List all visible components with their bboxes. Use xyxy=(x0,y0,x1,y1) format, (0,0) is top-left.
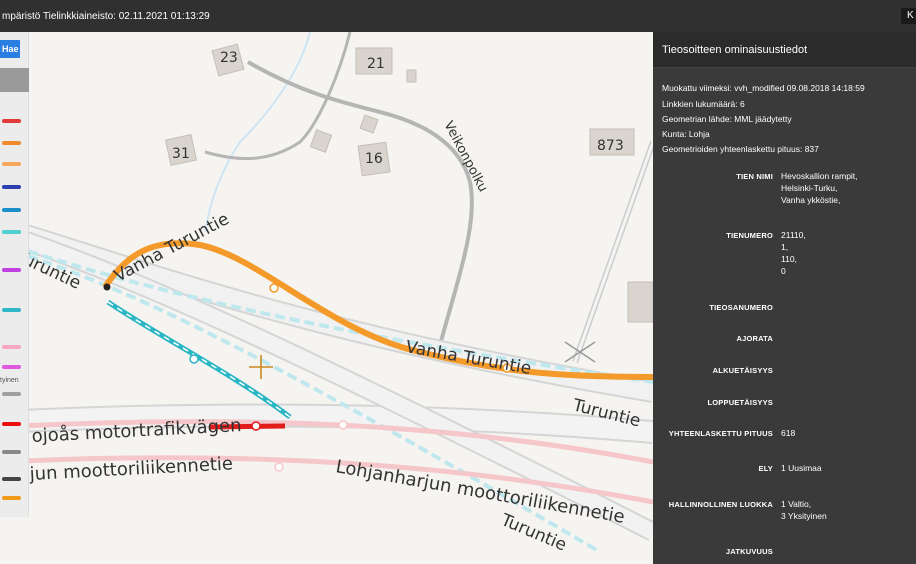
buildings xyxy=(164,43,653,323)
meta-modified: Muokattu viimeksi: vvh_modified 09.08.20… xyxy=(662,83,865,93)
panel-header: Tieosoitteen ominaisuustiedot xyxy=(653,32,916,68)
legend-swatch xyxy=(2,268,21,272)
field-value-road-name: Hevoskallion rampit, Helsinki-Turku, Van… xyxy=(781,171,858,205)
field-label-admin-class: HALLINNOLLINEN LUOKKA xyxy=(668,500,773,509)
top-right-button[interactable]: K xyxy=(901,8,916,24)
field-label-total-length: YHTEENLASKETTU PITUUS xyxy=(668,429,773,438)
building-number: 873 xyxy=(597,138,624,154)
map-view[interactable]: 23 21 31 16 873 Vanha Turuntie Veikonpol… xyxy=(0,32,653,564)
properties-panel: Tieosoitteen ominaisuustiedot Muokattu v… xyxy=(653,32,916,564)
legend-swatch xyxy=(2,162,21,166)
legend-panel: Hae tyinen xyxy=(0,32,29,517)
legend-swatch xyxy=(2,365,21,369)
meta-geometry-source: Geometrian lähde: MML jäädytetty xyxy=(662,114,792,124)
field-label-road-name: TIEN NIMI xyxy=(736,172,773,181)
crosshair-cursor-icon xyxy=(249,355,273,379)
meta-municipality: Kunta: Lohja xyxy=(662,129,710,139)
field-label-carriageway: AJORATA xyxy=(736,334,773,343)
legend-swatch xyxy=(2,477,21,481)
legend-swatch xyxy=(2,308,21,312)
road-label: Vanha Turuntie xyxy=(404,337,533,379)
app-title: mpäristö Tielinkkiaineisto: 02.11.2021 0… xyxy=(2,11,210,22)
road-label: Turuntie xyxy=(497,510,569,556)
legend-swatch xyxy=(2,185,21,189)
building-number: 23 xyxy=(220,50,238,66)
field-label-road-part: TIEOSANUMERO xyxy=(709,303,773,312)
field-value-admin-class: 1 Valtio, 3 Yksityinen xyxy=(781,499,827,521)
building-number: 16 xyxy=(365,151,383,167)
legend-swatch xyxy=(2,230,21,234)
legend-swatch xyxy=(2,208,21,212)
map-canvas[interactable]: 23 21 31 16 873 Vanha Turuntie Veikonpol… xyxy=(0,32,653,564)
meta-total-length: Geometrioiden yhteenlaskettu pituus: 837 xyxy=(662,144,819,154)
legend-swatch xyxy=(2,422,21,426)
panel-title: Tieosoitteen ominaisuustiedot xyxy=(662,44,808,56)
meta-link-count: Linkkien lukumäärä: 6 xyxy=(662,99,745,109)
field-label-road-number: TIENUMERO xyxy=(726,231,773,240)
legend-swatch xyxy=(2,392,21,396)
building-number: 31 xyxy=(172,146,190,162)
field-value-ely: 1 Uusimaa xyxy=(781,463,822,473)
field-label-ely: ELY xyxy=(758,464,773,473)
field-value-road-number: 21110, 1, 110, 0 xyxy=(781,230,806,276)
field-label-end-distance: LOPPUETÄISYYS xyxy=(707,398,773,407)
legend-swatch xyxy=(2,496,21,500)
node-marker[interactable] xyxy=(103,283,111,291)
legend-swatch xyxy=(2,450,21,454)
legend-swatch xyxy=(2,141,21,145)
legend-swatch xyxy=(2,345,21,349)
direction-marker[interactable] xyxy=(269,283,279,293)
field-value-total-length: 618 xyxy=(781,428,796,438)
building-number: 21 xyxy=(367,56,385,72)
top-bar: mpäristö Tielinkkiaineisto: 02.11.2021 0… xyxy=(0,0,916,32)
search-button[interactable]: Hae xyxy=(0,40,20,58)
legend-swatch xyxy=(2,119,21,123)
legend-header-strip xyxy=(0,68,29,92)
field-label-start-distance: ALKUETÄISYYS xyxy=(712,366,773,375)
legend-label: tyinen xyxy=(0,377,19,384)
road-label: Veikonpolku xyxy=(440,119,490,195)
field-label-continuity: JATKUVUUS xyxy=(725,547,773,556)
